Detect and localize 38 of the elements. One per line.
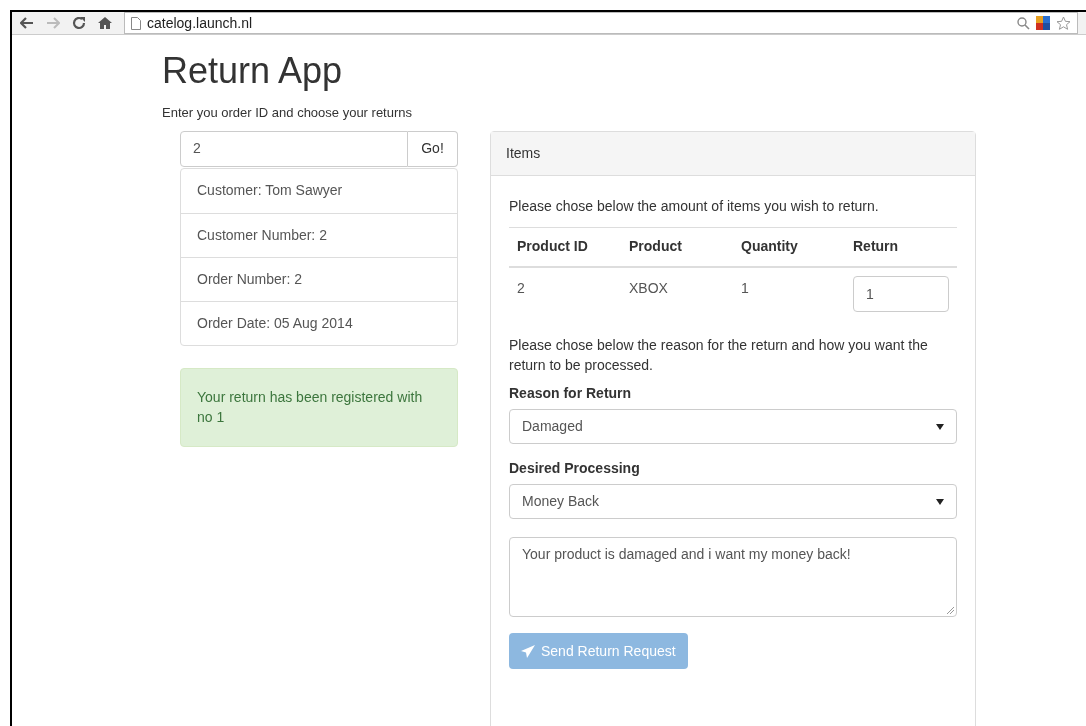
url-text: catelog.launch.nl	[147, 13, 253, 33]
column-header: Quantity	[741, 238, 798, 255]
detail-item: Order Number: 2	[197, 269, 303, 289]
page-title: Return App	[162, 49, 343, 93]
caret-icon	[936, 423, 944, 430]
panel-heading: Items	[506, 143, 541, 163]
back-icon[interactable]	[20, 17, 34, 29]
send-icon	[521, 644, 535, 658]
column-header: Product ID	[517, 238, 588, 255]
table-cell: 1	[741, 280, 749, 296]
column-header: Return	[853, 238, 899, 255]
page-subtitle: Enter you order ID and choose your returns	[162, 104, 413, 122]
dropdown[interactable]: Damaged	[509, 409, 957, 444]
dropdown[interactable]: Money Back	[509, 484, 957, 519]
go-button[interactable]: Go!	[408, 130, 458, 167]
field-label: Reason for Return	[509, 384, 633, 403]
order-id-field[interactable]: 2	[180, 130, 408, 167]
resize-handle-icon[interactable]	[946, 606, 954, 614]
address-bar[interactable]: catelog.launch.nl	[124, 12, 1078, 34]
home-icon[interactable]	[98, 16, 112, 30]
detail-item: Order Date: 05 Aug 2014	[197, 313, 353, 333]
column-header: Product	[629, 238, 682, 255]
page-icon	[131, 16, 141, 30]
extension-icon[interactable]	[1036, 16, 1050, 30]
table-cell: XBOX	[629, 280, 668, 296]
alert-text: Your return has been registered with no 1	[197, 388, 424, 427]
detail-item: Customer Number: 2	[197, 225, 327, 245]
intro-text: Please chose below the amount of items you wish to return.	[509, 196, 879, 216]
reason-intro-text: Please chose below the reason for the return and how you want the return to be processed.	[509, 336, 929, 375]
detail-item: Customer: Tom Sawyer	[197, 181, 343, 200]
field-label: Desired Processing	[509, 459, 641, 478]
table-cell: 2	[517, 280, 525, 296]
reload-icon[interactable]	[72, 16, 86, 30]
caret-icon	[936, 498, 944, 505]
zoom-icon[interactable]	[1017, 16, 1030, 30]
star-icon[interactable]	[1056, 15, 1071, 31]
comment-field[interactable]: Your product is damaged and i want my money back!	[509, 537, 957, 617]
return-quantity-field[interactable]: 1	[853, 276, 949, 312]
